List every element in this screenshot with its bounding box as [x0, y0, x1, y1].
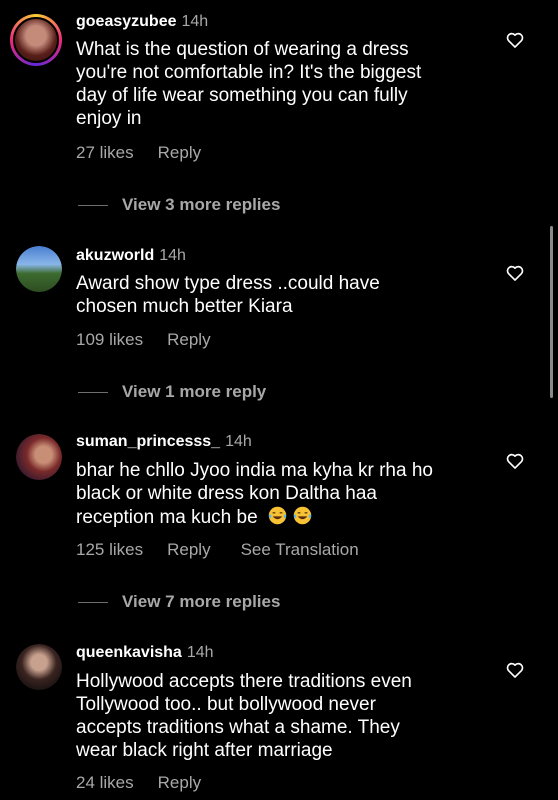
heart-outline-icon[interactable] [505, 30, 525, 50]
comment-text: bhar he chllo Jyoo india ma kyha kr rha … [76, 459, 486, 529]
comment-line: Award show type dress ..could have [76, 273, 380, 294]
comment-line: reception ma kuch be [76, 505, 486, 529]
comment-line: you're not comfortable in? It's the bigg… [76, 62, 422, 83]
view-replies-button[interactable]: View 3 more replies [78, 194, 280, 216]
view-replies-label: View 7 more replies [122, 592, 281, 611]
comment-line: wear black right after marriage [76, 740, 333, 761]
timestamp: 14h [186, 644, 214, 661]
avatar[interactable] [10, 14, 62, 66]
comment-text: What is the question of wearing a dress … [76, 38, 486, 130]
divider [78, 204, 108, 206]
heart-outline-icon[interactable] [505, 660, 525, 680]
avatar[interactable] [16, 246, 62, 292]
username[interactable]: goeasyzubee [76, 13, 176, 30]
comment-header: queenkavisha 14h [76, 643, 214, 663]
comment-text: Award show type dress ..could have chose… [76, 272, 486, 318]
likes-count[interactable]: 109 likes [76, 330, 143, 349]
see-translation-button[interactable]: See Translation [241, 540, 359, 559]
heart-outline-icon[interactable] [505, 451, 525, 471]
scrollbar[interactable] [550, 226, 553, 398]
comment-meta: 24 likes Reply [76, 772, 231, 794]
comment-meta: 109 likes Reply [76, 329, 241, 351]
comment-line-text: reception ma kuch be [76, 507, 258, 528]
tears-of-joy-emoji-icon [293, 506, 312, 525]
comment-line: What is the question of wearing a dress [76, 39, 409, 60]
username[interactable]: queenkavisha [76, 644, 182, 661]
likes-count[interactable]: 125 likes [76, 540, 143, 559]
divider [78, 601, 108, 603]
comment-line: Hollywood accepts there traditions even [76, 671, 412, 692]
comment-meta: 27 likes Reply [76, 142, 231, 164]
avatar[interactable] [16, 644, 62, 690]
view-replies-button[interactable]: View 1 more reply [78, 381, 266, 403]
reply-button[interactable]: Reply [158, 773, 201, 792]
comment-header: akuzworld 14h [76, 246, 186, 266]
comment-line: enjoy in [76, 108, 142, 129]
view-replies-button[interactable]: View 7 more replies [78, 591, 280, 613]
comment-line: chosen much better Kiara [76, 296, 293, 317]
timestamp: 14h [159, 247, 186, 264]
username[interactable]: akuzworld [76, 247, 154, 264]
likes-count[interactable]: 24 likes [76, 773, 134, 792]
comment-line: accepts traditions what a shame. They [76, 717, 400, 738]
comment-line: day of life wear something you can fully [76, 85, 408, 106]
reply-button[interactable]: Reply [167, 540, 210, 559]
comment-meta: 125 likes Reply See Translation [76, 539, 389, 561]
view-replies-label: View 3 more replies [122, 195, 281, 214]
likes-count[interactable]: 27 likes [76, 143, 134, 162]
timestamp: 14h [181, 13, 209, 30]
comment-header: goeasyzubee 14h [76, 12, 208, 32]
reply-button[interactable]: Reply [167, 330, 210, 349]
comment-header: suman_princesss_ 14h [76, 432, 252, 452]
comment-line: bhar he chllo Jyoo india ma kyha kr rha … [76, 460, 433, 481]
reply-button[interactable]: Reply [158, 143, 201, 162]
comment-text: Hollywood accepts there traditions even … [76, 670, 486, 762]
divider [78, 391, 108, 393]
timestamp: 14h [225, 433, 252, 450]
avatar[interactable] [16, 434, 62, 480]
heart-outline-icon[interactable] [505, 263, 525, 283]
comment-line: Tollywood too.. but bollywood never [76, 694, 376, 715]
tears-of-joy-emoji-icon [268, 506, 287, 525]
view-replies-label: View 1 more reply [122, 382, 267, 401]
username[interactable]: suman_princesss_ [76, 433, 220, 450]
comment-line: black or white dress kon Daltha haa [76, 483, 377, 504]
